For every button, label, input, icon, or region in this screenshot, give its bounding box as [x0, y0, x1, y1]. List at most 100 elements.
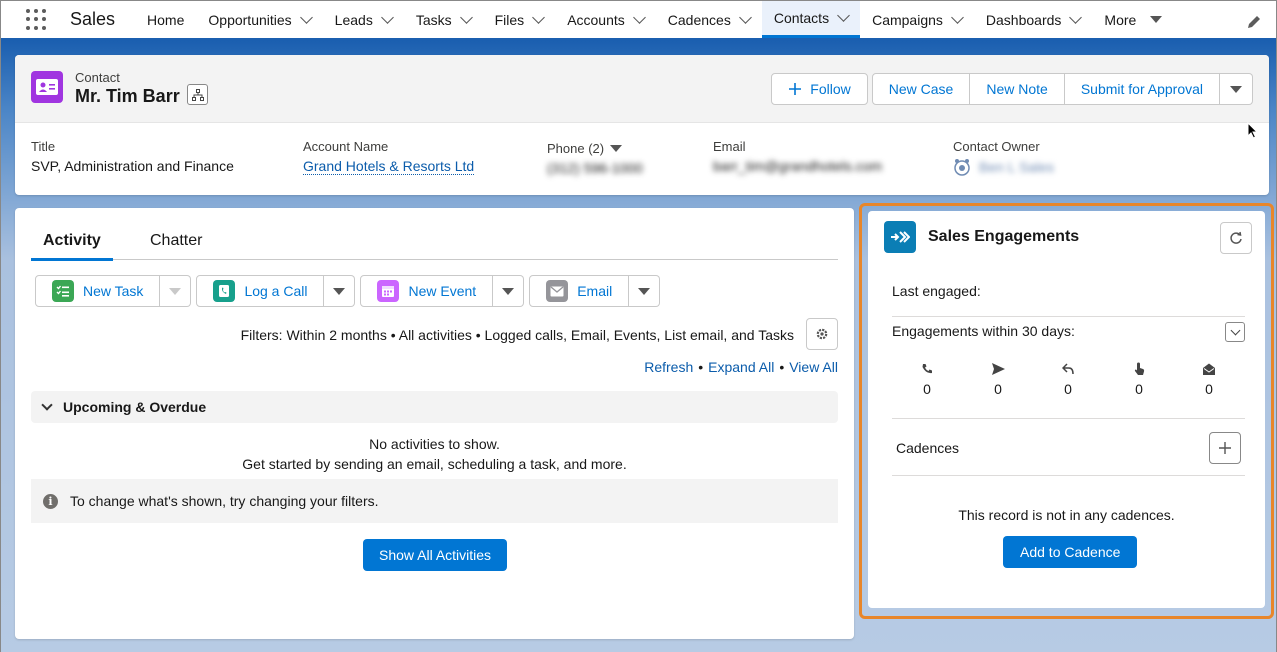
log-a-call-menu[interactable] — [324, 275, 356, 307]
chevron-down-icon[interactable] — [951, 10, 964, 24]
chevron-down-icon[interactable] — [380, 10, 394, 24]
email-field: Email barr_tim@grandhotels.com — [713, 139, 882, 174]
nav-label: Accounts — [567, 11, 625, 28]
new-task-menu[interactable] — [160, 275, 192, 307]
separator: • — [779, 359, 785, 375]
nav-more[interactable]: More — [1092, 1, 1174, 38]
avatar — [954, 159, 970, 176]
email-value[interactable]: barr_tim@grandhotels.com — [713, 158, 882, 174]
nav-label: Files — [494, 11, 525, 28]
contact-owner-field: Contact Owner Ben L Sales — [953, 139, 1054, 176]
section-title: Upcoming & Overdue — [63, 399, 207, 415]
chevron-down-icon[interactable] — [459, 10, 473, 24]
new-event-menu[interactable] — [493, 275, 525, 307]
chevron-down-icon[interactable] — [738, 10, 752, 24]
object-label: Contact — [75, 70, 120, 85]
nav-item-files[interactable]: Files — [483, 1, 556, 38]
add-cadence-icon-button[interactable] — [1209, 432, 1241, 464]
pencil-icon[interactable] — [1246, 14, 1262, 30]
chevron-down-icon[interactable] — [1069, 10, 1083, 24]
replies-stat: 0 — [1048, 361, 1088, 397]
log-a-call-button[interactable]: Log a Call — [196, 275, 325, 307]
engagements-label: Engagements within 30 days: — [892, 323, 1075, 339]
nav-label: More — [1104, 11, 1137, 28]
new-event-button[interactable]: New Event — [360, 275, 494, 307]
chevron-down-icon[interactable] — [837, 9, 850, 22]
caret-down-icon[interactable] — [610, 145, 623, 152]
filter-settings-button[interactable] — [806, 318, 838, 350]
submit-for-approval-button[interactable]: Submit for Approval — [1064, 73, 1220, 105]
nav-item-contacts[interactable]: Contacts — [761, 1, 861, 38]
refresh-button[interactable] — [1220, 222, 1252, 254]
email-button[interactable]: Email — [529, 275, 630, 307]
refresh-icon — [1230, 231, 1242, 244]
panel-title: Sales Engagements — [928, 228, 1080, 245]
upcoming-overdue-section[interactable]: Upcoming & Overdue — [31, 391, 838, 423]
opens-stat: 0 — [1189, 361, 1229, 397]
add-to-cadence-button[interactable]: Add to Cadence — [1003, 536, 1138, 568]
empty-message: Get started by sending an email, schedul… — [242, 456, 627, 472]
reply-icon — [1062, 363, 1074, 375]
app-launcher-icon[interactable] — [26, 8, 48, 31]
activity-actions: New Task Log a Call New Event Email — [35, 275, 665, 307]
mouse-cursor-icon — [1247, 122, 1259, 139]
nav-label: Cadences — [667, 11, 731, 28]
phone-field: Phone (2) (312) 596-1000 — [547, 141, 643, 176]
nav-item-cadences[interactable]: Cadences — [656, 1, 762, 38]
app-name: Sales — [70, 9, 116, 29]
nav-item-leads[interactable]: Leads — [323, 1, 404, 38]
sales-engagements-panel: Sales Engagements Last engaged: Engageme… — [868, 211, 1265, 608]
button-label: New Event — [408, 283, 477, 299]
email-menu[interactable] — [629, 275, 661, 307]
send-icon — [991, 363, 1005, 375]
nav-item-opportunities[interactable]: Opportunities — [196, 1, 322, 38]
nav-label: Opportunities — [208, 11, 292, 28]
account-link[interactable]: Grand Hotels & Resorts Ltd — [303, 158, 475, 175]
last-engaged-label: Last engaged: — [892, 283, 981, 299]
global-nav: Sales Home Opportunities Leads Tasks Fil… — [1, 1, 1276, 41]
follow-button[interactable]: Follow — [771, 73, 868, 105]
caret-down-icon — [502, 287, 515, 295]
nav-item-accounts[interactable]: Accounts — [555, 1, 656, 38]
chevron-down-icon[interactable] — [632, 10, 646, 24]
emails-sent-stat: 0 — [978, 361, 1018, 397]
account-name-field: Account Name Grand Hotels & Resorts Ltd — [303, 139, 475, 175]
cadences-label: Cadences — [896, 440, 960, 456]
hierarchy-button[interactable] — [187, 84, 208, 105]
field-label: Phone (2) — [547, 141, 605, 156]
view-all-link[interactable]: View All — [789, 359, 838, 375]
hint-text: To change what's shown, try changing you… — [70, 493, 379, 509]
no-cadence-message: This record is not in any cadences. — [958, 507, 1175, 523]
nav-item-dashboards[interactable]: Dashboards — [974, 1, 1093, 38]
refresh-link[interactable]: Refresh — [644, 359, 693, 375]
nav-item-campaigns[interactable]: Campaigns — [860, 1, 974, 38]
title-field: Title SVP, Administration and Finance — [31, 139, 234, 174]
field-label: Contact Owner — [953, 139, 1040, 154]
nav-item-tasks[interactable]: Tasks — [404, 1, 483, 38]
new-note-button[interactable]: New Note — [970, 73, 1065, 105]
nav-label: Dashboards — [985, 11, 1062, 28]
record-header: Contact Mr. Tim Barr Follow New Case New… — [15, 55, 1269, 195]
nav-label: Campaigns — [872, 11, 943, 28]
more-actions-button[interactable] — [1220, 73, 1253, 105]
chevron-down-icon[interactable] — [299, 10, 313, 24]
new-task-button[interactable]: New Task — [35, 275, 161, 307]
tab-chatter[interactable]: Chatter — [150, 232, 202, 258]
caret-down-icon — [1230, 85, 1242, 93]
owner-link[interactable]: Ben L Sales — [979, 159, 1054, 175]
clicks-stat: 0 — [1119, 361, 1159, 397]
show-all-activities-button[interactable]: Show All Activities — [363, 539, 508, 571]
nav-item-home[interactable]: Home — [135, 1, 196, 38]
expand-engagements-button[interactable] — [1225, 322, 1245, 342]
phone-value[interactable]: (312) 596-1000 — [547, 160, 643, 176]
task-icon — [52, 280, 74, 302]
button-label: Email — [577, 283, 613, 299]
new-case-button[interactable]: New Case — [871, 73, 971, 105]
stat-value: 0 — [1205, 381, 1213, 397]
record-actions: Follow New Case New Note Submit for Appr… — [771, 73, 1253, 105]
filter-hint: i To change what's shown, try changing y… — [31, 479, 838, 523]
chevron-down-icon[interactable] — [532, 10, 546, 24]
expand-all-link[interactable]: Expand All — [708, 359, 774, 375]
field-label: Email — [713, 139, 746, 154]
tab-activity[interactable]: Activity — [31, 232, 113, 261]
